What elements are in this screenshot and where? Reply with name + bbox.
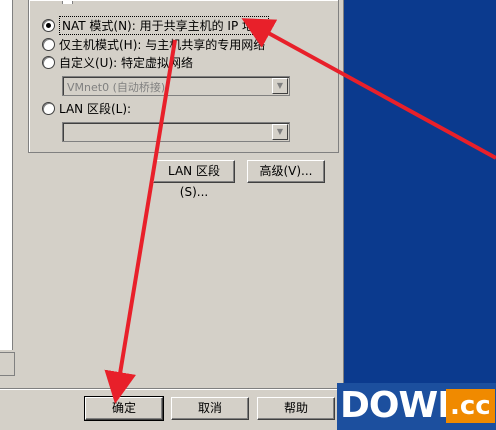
arrow-to-nat-mode <box>241 18 496 160</box>
annotation-arrows <box>104 18 496 404</box>
arrow-to-ok-button <box>104 39 177 404</box>
